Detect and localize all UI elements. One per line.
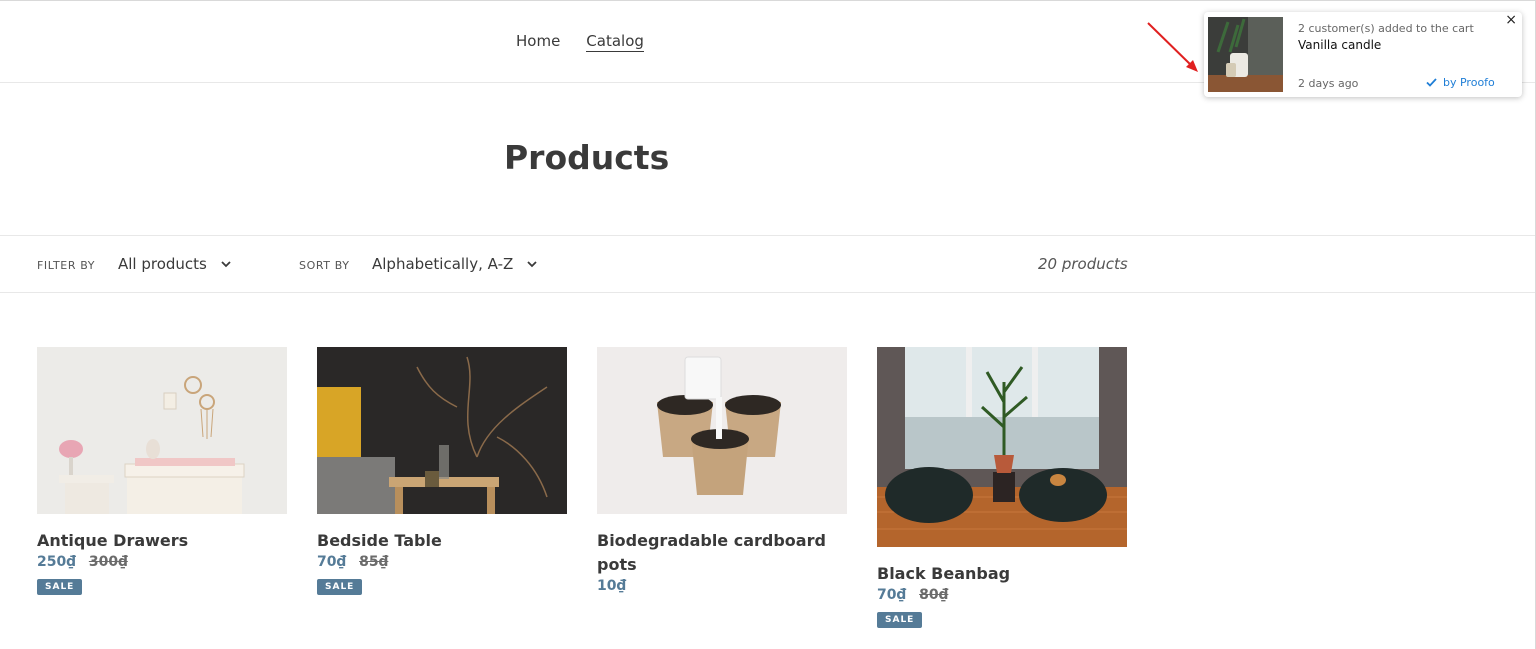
product-price: 70₫ 80₫ <box>877 587 1127 603</box>
regular-price: 10₫ <box>597 578 627 594</box>
cart-notification-popup[interactable]: × 2 customer(s) added to the cart Vanill… <box>1204 12 1522 97</box>
compare-price: 80₫ <box>919 587 949 603</box>
nav-catalog-link[interactable]: Catalog <box>586 32 644 52</box>
notification-time: 2 days ago <box>1298 77 1359 90</box>
product-title[interactable]: Bedside Table <box>317 529 567 553</box>
product-image[interactable] <box>37 347 287 514</box>
sale-price: 250₫ <box>37 554 76 570</box>
red-arrow-icon <box>1147 22 1198 72</box>
product-count: 20 products <box>1038 255 1128 273</box>
product-price: 10₫ <box>597 578 847 594</box>
chevron-down-icon <box>527 261 537 268</box>
product-card[interactable]: Biodegradable cardboard pots 10₫ <box>597 347 847 594</box>
nav-home-link[interactable]: Home <box>516 32 560 52</box>
filter-sort-bar: FILTER BY All products SORT BY Alphabeti… <box>0 235 1536 293</box>
product-card[interactable]: Antique Drawers 250₫ 300₫ SALE <box>37 347 287 595</box>
sale-badge: SALE <box>877 612 923 628</box>
sort-by-label: SORT BY <box>299 259 350 272</box>
sale-price: 70₫ <box>317 554 347 570</box>
chevron-down-icon <box>221 261 231 268</box>
notification-message: 2 customer(s) added to the cart <box>1298 22 1474 35</box>
product-card[interactable]: Black Beanbag 70₫ 80₫ SALE <box>877 347 1127 628</box>
filter-by-label: FILTER BY <box>37 259 96 272</box>
compare-price: 85₫ <box>359 554 389 570</box>
main-nav: Home Catalog <box>516 32 644 52</box>
sale-badge: SALE <box>37 579 83 595</box>
product-image[interactable] <box>317 347 567 514</box>
product-title[interactable]: Biodegradable cardboard pots <box>597 529 847 577</box>
product-image[interactable] <box>597 347 847 514</box>
sort-select-value: Alphabetically, A-Z <box>372 255 514 273</box>
product-price: 70₫ 85₫ <box>317 554 567 570</box>
product-image[interactable] <box>877 347 1127 547</box>
product-card[interactable]: Bedside Table 70₫ 85₫ SALE <box>317 347 567 595</box>
sale-badge: SALE <box>317 579 363 595</box>
filter-select-value: All products <box>118 255 207 273</box>
notification-product-image[interactable] <box>1208 17 1283 92</box>
filter-select[interactable]: All products <box>118 255 231 273</box>
notification-product-name[interactable]: Vanilla candle <box>1298 38 1381 52</box>
sale-price: 70₫ <box>877 587 907 603</box>
proofo-link[interactable]: by Proofo <box>1443 76 1495 89</box>
page-title: Products <box>504 138 670 177</box>
compare-price: 300₫ <box>88 554 128 570</box>
close-icon[interactable]: × <box>1505 12 1517 28</box>
proofo-branding[interactable]: by Proofo <box>1426 76 1495 89</box>
check-icon <box>1426 78 1437 87</box>
product-price: 250₫ 300₫ <box>37 554 287 570</box>
product-title[interactable]: Antique Drawers <box>37 529 287 553</box>
sort-select[interactable]: Alphabetically, A-Z <box>372 255 537 273</box>
product-title[interactable]: Black Beanbag <box>877 562 1127 586</box>
